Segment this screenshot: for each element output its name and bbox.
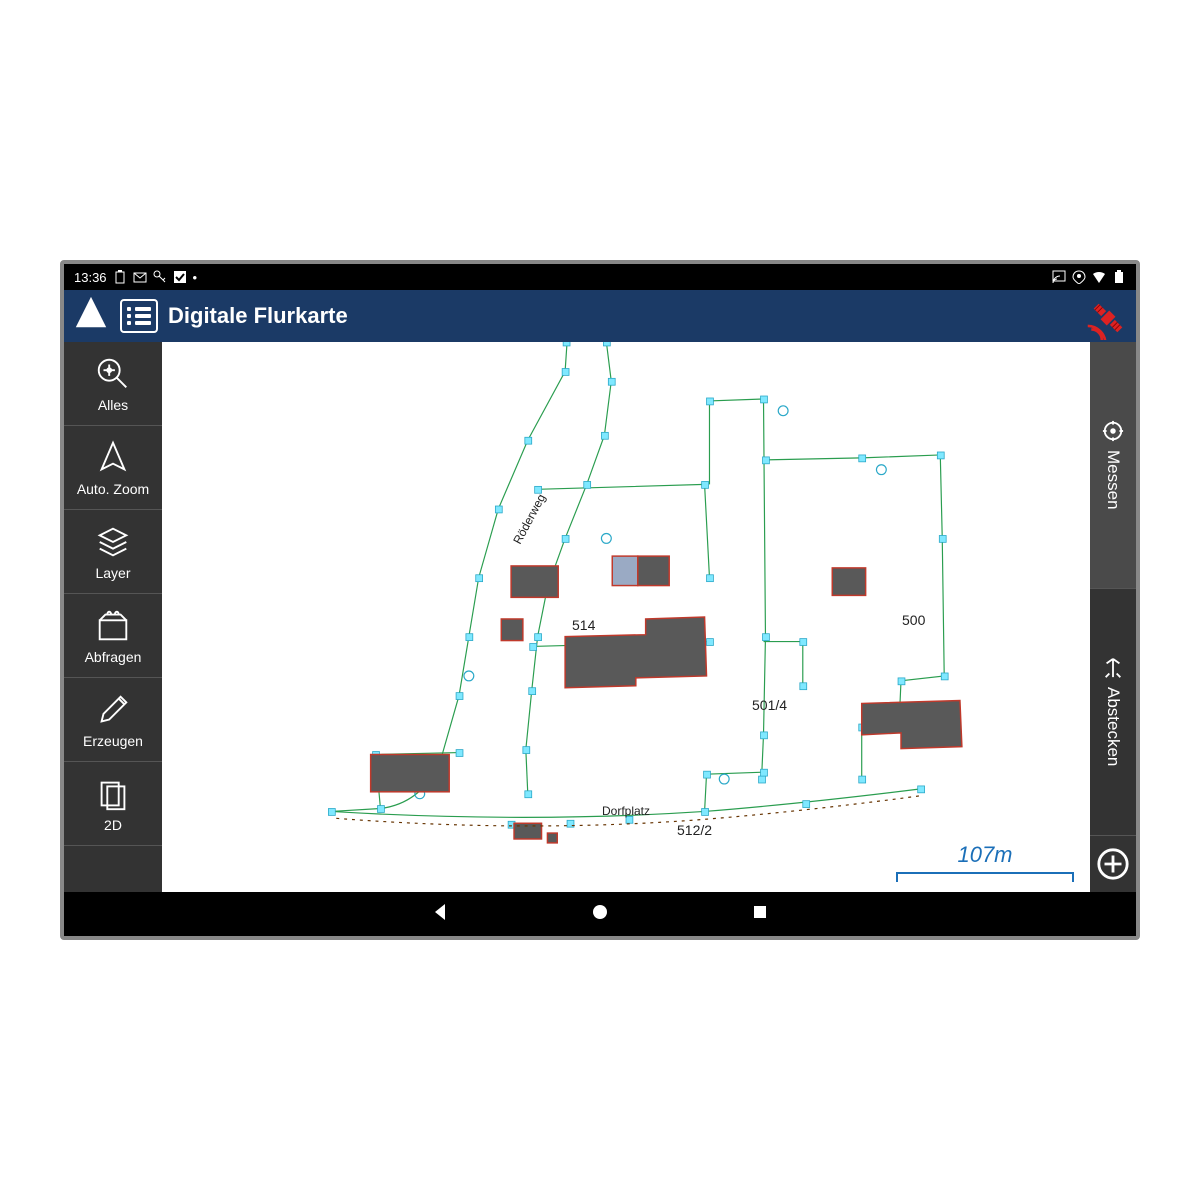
tool-create[interactable]: Erzeugen [64,678,162,762]
parcel-label: 512/2 [677,822,712,838]
main-area: Alles Auto. Zoom Layer Abfragen Erzeugen… [64,342,1136,892]
nav-back-button[interactable] [430,902,450,927]
app-logo-icon[interactable] [72,295,110,338]
tool-query-label: Abfragen [85,649,142,665]
mail-icon [133,270,147,284]
tool-2d-label: 2D [104,817,122,833]
app-header: Digitale Flurkarte [64,290,1136,342]
tool-query[interactable]: Abfragen [64,594,162,678]
tab-abstecken-label: Abstecken [1103,687,1123,766]
parcel-label: 514 [572,617,595,633]
tool-zoom-all-label: Alles [98,397,128,413]
android-statusbar: 13:36 • [64,264,1136,290]
street-label: Dorfplatz [602,804,650,818]
tab-abstecken[interactable]: Abstecken [1090,589,1136,836]
tool-create-label: Erzeugen [83,733,143,749]
nav-recent-button[interactable] [750,902,770,927]
scale-value: 107m [957,842,1012,867]
tool-zoom-all[interactable]: Alles [64,342,162,426]
parcel-label: 501/4 [752,697,787,713]
satellite-status-icon[interactable] [1086,296,1130,345]
dot-icon: • [193,270,198,285]
battery-icon [113,270,127,284]
check-icon [173,270,187,284]
left-toolbar: Alles Auto. Zoom Layer Abfragen Erzeugen… [64,342,162,892]
tool-layer[interactable]: Layer [64,510,162,594]
list-view-icon[interactable] [120,299,158,333]
tool-layer-label: Layer [95,565,130,581]
location-icon [1072,270,1086,284]
right-toolbar: Messen Abstecken [1090,342,1136,892]
scale-bar: 107m [896,842,1074,882]
add-button[interactable] [1090,836,1136,892]
tab-messen[interactable]: Messen [1090,342,1136,589]
cast-icon [1052,270,1066,284]
tool-auto-zoom-label: Auto. Zoom [77,481,149,497]
statusbar-time: 13:36 [74,270,107,285]
wifi-icon [1092,270,1106,284]
tool-2d[interactable]: 2D [64,762,162,846]
tablet-frame: 13:36 • Digitale Flurkarte [60,260,1140,940]
key-icon [153,270,167,284]
tool-auto-zoom[interactable]: Auto. Zoom [64,426,162,510]
android-navbar [64,892,1136,936]
nav-home-button[interactable] [590,902,610,927]
tab-messen-label: Messen [1103,450,1123,510]
battery-full-icon [1112,270,1126,284]
parcel-label: 500 [902,612,925,628]
page-title: Digitale Flurkarte [168,303,348,329]
map-canvas[interactable]: 514 500 501/4 512/2 Röderweg Dorfplatz 1… [162,342,1090,892]
